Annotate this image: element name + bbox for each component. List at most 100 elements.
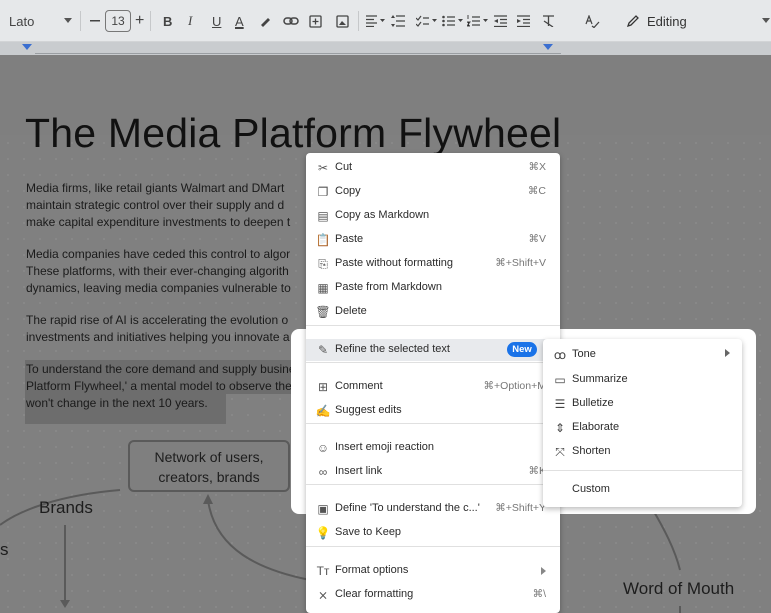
- menu-item-suggest-edits[interactable]: ✍ Suggest edits: [306, 400, 560, 422]
- image-icon[interactable]: [336, 10, 349, 32]
- submenu-item-label: Elaborate: [572, 421, 620, 433]
- submenu-item-elaborate[interactable]: ⇕ Elaborate: [543, 417, 742, 439]
- menu-item-copy-as-markdown[interactable]: ▤ Copy as Markdown: [306, 205, 560, 227]
- summarize-icon: ▭: [554, 373, 566, 387]
- bullet-list-icon[interactable]: [442, 10, 464, 32]
- menu-separator: [306, 325, 560, 326]
- menu-item-delete[interactable]: 🗑 Delete: [306, 301, 560, 323]
- menu-item-label: Comment: [335, 380, 383, 392]
- menu-item-format-options[interactable]: Tт Format options: [306, 560, 560, 582]
- menu-separator: [306, 484, 560, 485]
- indent-increase-icon[interactable]: [517, 10, 530, 32]
- submenu-separator: [543, 470, 742, 471]
- paragraph-4-selected[interactable]: To understand the core demand and supply…: [26, 361, 326, 412]
- node-label-line: Network of users,: [154, 449, 264, 465]
- menu-item-clear-formatting[interactable]: ⨯ Clear formatting ⌘\: [306, 584, 560, 606]
- underline-icon[interactable]: U: [212, 10, 221, 32]
- menu-item-shortcut: ⌘+Shift+Y: [495, 502, 546, 514]
- menu-item-label: Insert link: [335, 465, 383, 477]
- text-line: maintain strategic control over their su…: [26, 198, 285, 212]
- menu-item-copy[interactable]: ❐ Copy ⌘C: [306, 181, 560, 203]
- menu-separator: [306, 362, 560, 363]
- suggest-edit-icon: ✍: [315, 404, 331, 418]
- submenu-item-tone[interactable]: ꝏ Tone: [543, 344, 742, 366]
- minus-icon[interactable]: [90, 10, 100, 32]
- menu-item-label: Paste from Markdown: [335, 281, 442, 293]
- menu-item-save-to-keep[interactable]: 💡 Save to Keep: [306, 522, 560, 544]
- menu-item-label: Save to Keep: [335, 526, 402, 538]
- highlight-icon[interactable]: [259, 10, 271, 32]
- line-spacing-icon[interactable]: [391, 10, 405, 32]
- plus-icon[interactable]: +: [135, 10, 144, 32]
- trash-icon: 🗑: [315, 305, 331, 319]
- checklist-icon[interactable]: [416, 10, 438, 32]
- menu-item-label: Clear formatting: [335, 588, 414, 600]
- mode-label: Editing: [647, 13, 687, 29]
- define-icon: ▣: [317, 502, 329, 516]
- font-family-select[interactable]: Lato: [9, 10, 34, 32]
- submenu-item-bulletize[interactable]: ☰ Bulletize: [543, 393, 742, 415]
- menu-item-label: Delete: [335, 305, 367, 317]
- indent-decrease-icon[interactable]: [494, 10, 507, 32]
- text-line: investments and initiatives helping you …: [26, 330, 290, 344]
- menu-item-label: Paste without formatting: [335, 257, 454, 269]
- emoji-icon: ☺: [316, 441, 330, 455]
- text-line: make capital expenditure investments to …: [26, 215, 291, 229]
- menu-item-shortcut: ⌘X: [528, 161, 546, 173]
- toolbar-divider: [150, 11, 151, 31]
- italic-icon[interactable]: I: [188, 10, 192, 32]
- dropdown-icon[interactable]: [64, 10, 72, 32]
- paragraph-1: Media firms, like retail giants Walmart …: [26, 180, 326, 231]
- menu-item-paste-from-markdown[interactable]: ▦ Paste from Markdown: [306, 277, 560, 299]
- bold-icon[interactable]: B: [163, 10, 172, 32]
- ruler: [0, 42, 771, 55]
- submenu-item-label: Custom: [572, 483, 610, 495]
- menu-item-paste-without-formatting[interactable]: ⎘ Paste without formatting ⌘+Shift+V: [306, 253, 560, 275]
- bulletize-icon: ☰: [554, 397, 566, 411]
- indent-marker[interactable]: [22, 44, 32, 50]
- clear-format-icon[interactable]: [542, 10, 555, 32]
- scissors-icon: ✂: [317, 161, 329, 175]
- add-comment-icon: ⊞: [317, 380, 329, 394]
- comment-icon[interactable]: [309, 10, 322, 32]
- elaborate-icon: ⇕: [554, 421, 566, 435]
- menu-item-define-to-understand-the-c[interactable]: ▣ Define 'To understand the c...' ⌘+Shift+…: [306, 498, 560, 520]
- submenu-item-summarize[interactable]: ▭ Summarize: [543, 369, 742, 391]
- menu-item-cut[interactable]: ✂ Cut ⌘X: [306, 157, 560, 179]
- menu-item-label: Paste: [335, 233, 364, 245]
- numbered-list-icon[interactable]: [467, 10, 489, 32]
- menu-separator: [306, 546, 560, 547]
- menu-separator: [306, 423, 560, 424]
- menu-item-label: Copy: [335, 185, 361, 197]
- formatting-toolbar: Lato 13 + B I U A Editing: [0, 0, 771, 42]
- context-menu: ✂ Cut ⌘X ❐ Copy ⌘C ▤ Copy as Markdown 📋 Paste ⌘V ⎘ P…: [306, 153, 560, 613]
- menu-item-refine-the-selected-text[interactable]: ✎ Refine the selected text New: [306, 339, 560, 361]
- text-line: Platform Flywheel,' a mental model to ob…: [26, 379, 292, 393]
- right-indent-marker[interactable]: [543, 44, 553, 50]
- text-line: To understand the core demand and supply…: [26, 362, 296, 376]
- text-line: Media companies have ceded this control …: [26, 247, 291, 261]
- text-color-icon[interactable]: A: [235, 10, 244, 32]
- menu-item-comment[interactable]: ⊞ Comment ⌘+Option+M: [306, 376, 560, 398]
- mode-selector[interactable]: Editing: [626, 10, 687, 32]
- magic-wand-icon: ✎: [317, 343, 329, 357]
- diagram-node-network: Network of users, creators, brands: [128, 440, 290, 492]
- mode-dropdown-icon[interactable]: [762, 10, 770, 32]
- submenu-item-label: Bulletize: [572, 397, 614, 409]
- submenu-item-shorten[interactable]: ⤧ Shorten: [543, 441, 742, 463]
- spellcheck-icon[interactable]: [585, 10, 600, 32]
- menu-item-label: Define 'To understand the c...': [335, 502, 480, 514]
- submenu-item-custom[interactable]: Custom: [543, 479, 742, 501]
- font-family-value: Lato: [9, 13, 35, 29]
- menu-item-paste[interactable]: 📋 Paste ⌘V: [306, 229, 560, 251]
- link-icon: ∞: [318, 465, 328, 479]
- menu-item-label: Insert emoji reaction: [335, 441, 435, 453]
- menu-item-insert-link[interactable]: ∞ Insert link ⌘K: [306, 461, 560, 483]
- font-size-input[interactable]: 13: [105, 10, 131, 32]
- text-line: Media firms, like retail giants Walmart …: [26, 181, 285, 195]
- align-icon[interactable]: [366, 10, 386, 32]
- clear-formatting-icon: ⨯: [317, 588, 329, 602]
- menu-item-insert-emoji-reaction[interactable]: ☺ Insert emoji reaction: [306, 437, 560, 459]
- tone-icon: ꝏ: [553, 348, 567, 362]
- link-icon[interactable]: [283, 10, 299, 32]
